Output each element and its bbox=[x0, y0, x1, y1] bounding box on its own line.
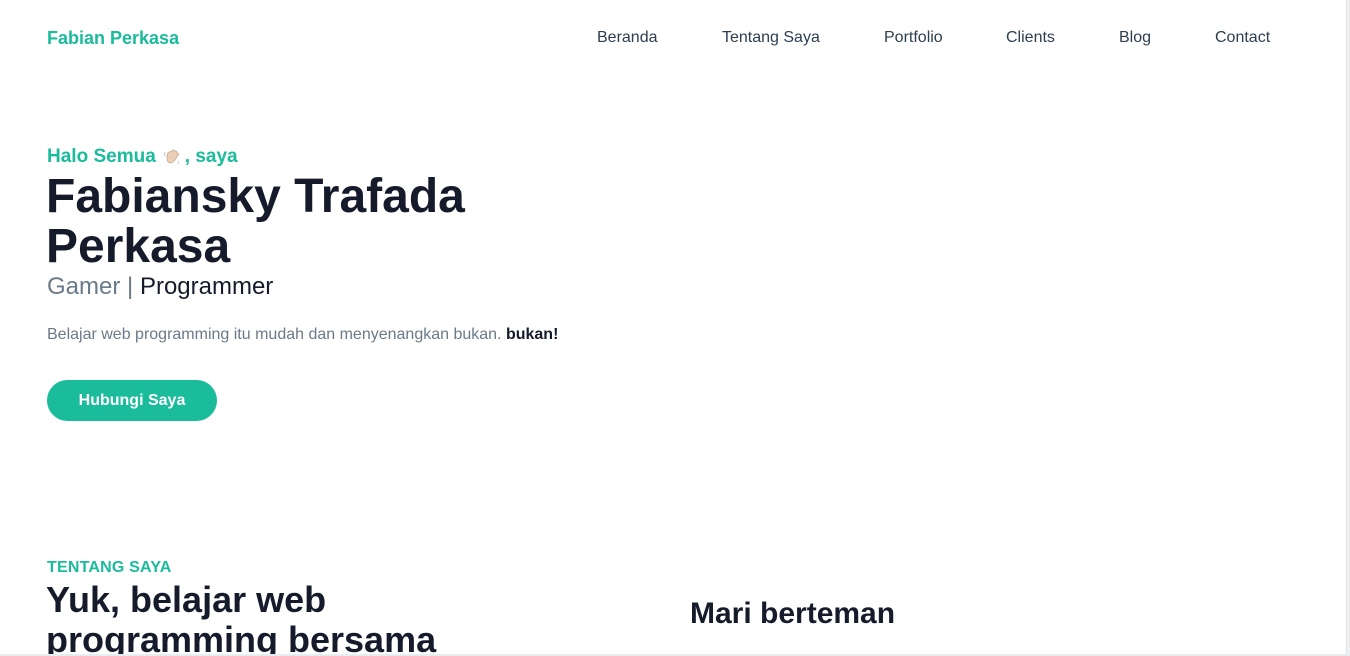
hero-description-emphasis: bukan! bbox=[505, 326, 559, 343]
about-kicker: TENTANG SAYA bbox=[47, 559, 172, 576]
hero-description: Belajar web programming itu mudah dan me… bbox=[47, 326, 558, 344]
brand-logo-link[interactable]: Fabian Perkasa bbox=[47, 28, 179, 49]
hero-roles: Gamer | Programmer bbox=[47, 273, 273, 301]
nav-link-blog[interactable]: Blog bbox=[1119, 29, 1151, 47]
hero-description-text: Belajar web programming itu mudah dan me… bbox=[47, 326, 502, 343]
nav-link-beranda[interactable]: Beranda bbox=[597, 29, 658, 47]
waving-hand-icon bbox=[163, 148, 181, 166]
nav-link-contact[interactable]: Contact bbox=[1215, 29, 1270, 47]
greeting-suffix: , saya bbox=[184, 146, 238, 167]
nav-link-clients[interactable]: Clients bbox=[1006, 29, 1055, 47]
nav-link-tentang-saya[interactable]: Tentang Saya bbox=[722, 29, 820, 47]
window-scrollbar[interactable] bbox=[1346, 0, 1350, 656]
role-muted: Gamer bbox=[47, 273, 121, 300]
nav-link-portfolio[interactable]: Portfolio bbox=[884, 29, 943, 47]
about-heading: Yuk, belajar web programming bersama bbox=[46, 579, 437, 656]
friends-heading: Mari berteman bbox=[690, 597, 896, 630]
hero-name-heading: Fabiansky Trafada Perkasa bbox=[46, 170, 465, 273]
role-separator: | bbox=[127, 273, 134, 300]
portfolio-page: Fabian Perkasa Beranda Tentang Saya Port… bbox=[0, 0, 1350, 656]
greeting-text: Halo Semua bbox=[47, 146, 156, 167]
contact-me-button[interactable]: Hubungi Saya bbox=[47, 380, 217, 421]
navbar: Fabian Perkasa Beranda Tentang Saya Port… bbox=[0, 0, 1346, 76]
hero-greeting: Halo Semua , saya bbox=[47, 146, 238, 168]
role-active: Programmer bbox=[139, 273, 274, 300]
